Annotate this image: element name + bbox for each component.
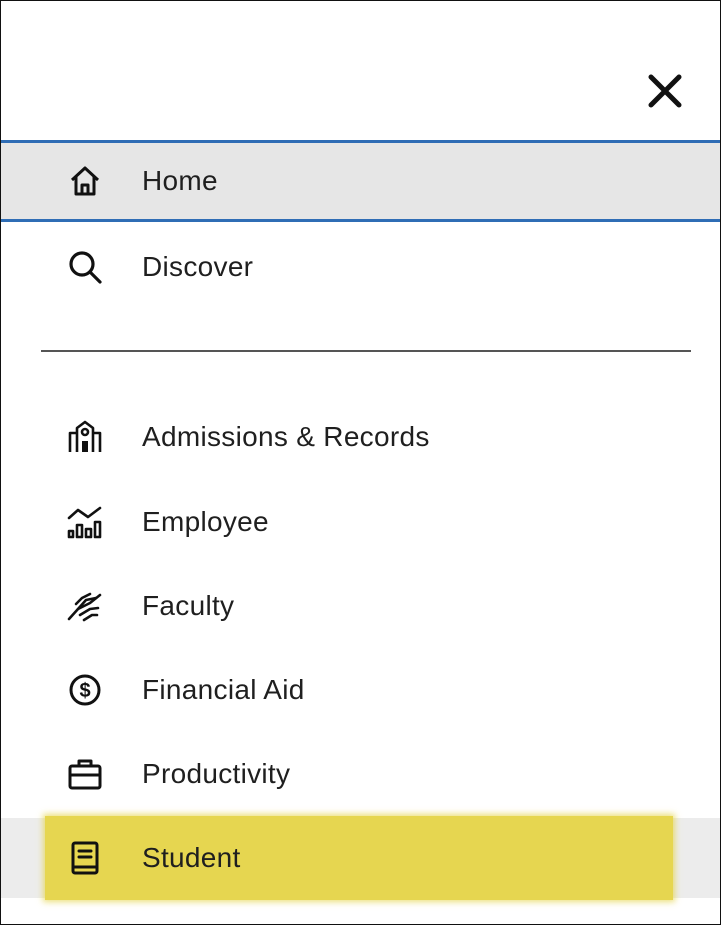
nav-item-label: Admissions & Records: [142, 421, 430, 452]
home-icon: [65, 161, 105, 201]
nav-item-student[interactable]: Student: [1, 818, 720, 898]
nav-item-label: Faculty: [142, 590, 235, 621]
navigation-drawer: Home Discover Admissions & Records Emplo…: [0, 0, 721, 925]
close-button[interactable]: [641, 67, 689, 115]
svg-text:$: $: [79, 680, 90, 702]
nav-item-label: Employee: [142, 506, 269, 537]
dollar-circle-icon: $: [65, 670, 105, 710]
nav-item-label: Productivity: [142, 758, 291, 789]
nav-item-label: Discover: [142, 251, 254, 282]
menu-divider: [41, 350, 691, 352]
book-icon: [65, 838, 105, 878]
chart-icon: [65, 502, 105, 542]
building-icon: [65, 417, 105, 457]
nav-item-label: Financial Aid: [142, 674, 305, 705]
nav-item-discover[interactable]: Discover: [1, 228, 720, 306]
nav-item-admissions-records[interactable]: Admissions & Records: [1, 398, 720, 476]
nav-item-home[interactable]: Home: [1, 140, 720, 222]
handshake-icon: [65, 586, 105, 626]
search-icon: [65, 247, 105, 287]
nav-item-employee[interactable]: Employee: [1, 483, 720, 561]
nav-item-label: Home: [142, 165, 218, 196]
nav-item-faculty[interactable]: Faculty: [1, 567, 720, 645]
briefcase-icon: [65, 754, 105, 794]
nav-item-label: Student: [142, 842, 241, 873]
nav-item-productivity[interactable]: Productivity: [1, 735, 720, 813]
close-icon: [648, 74, 682, 108]
nav-item-financial-aid[interactable]: $ Financial Aid: [1, 651, 720, 729]
